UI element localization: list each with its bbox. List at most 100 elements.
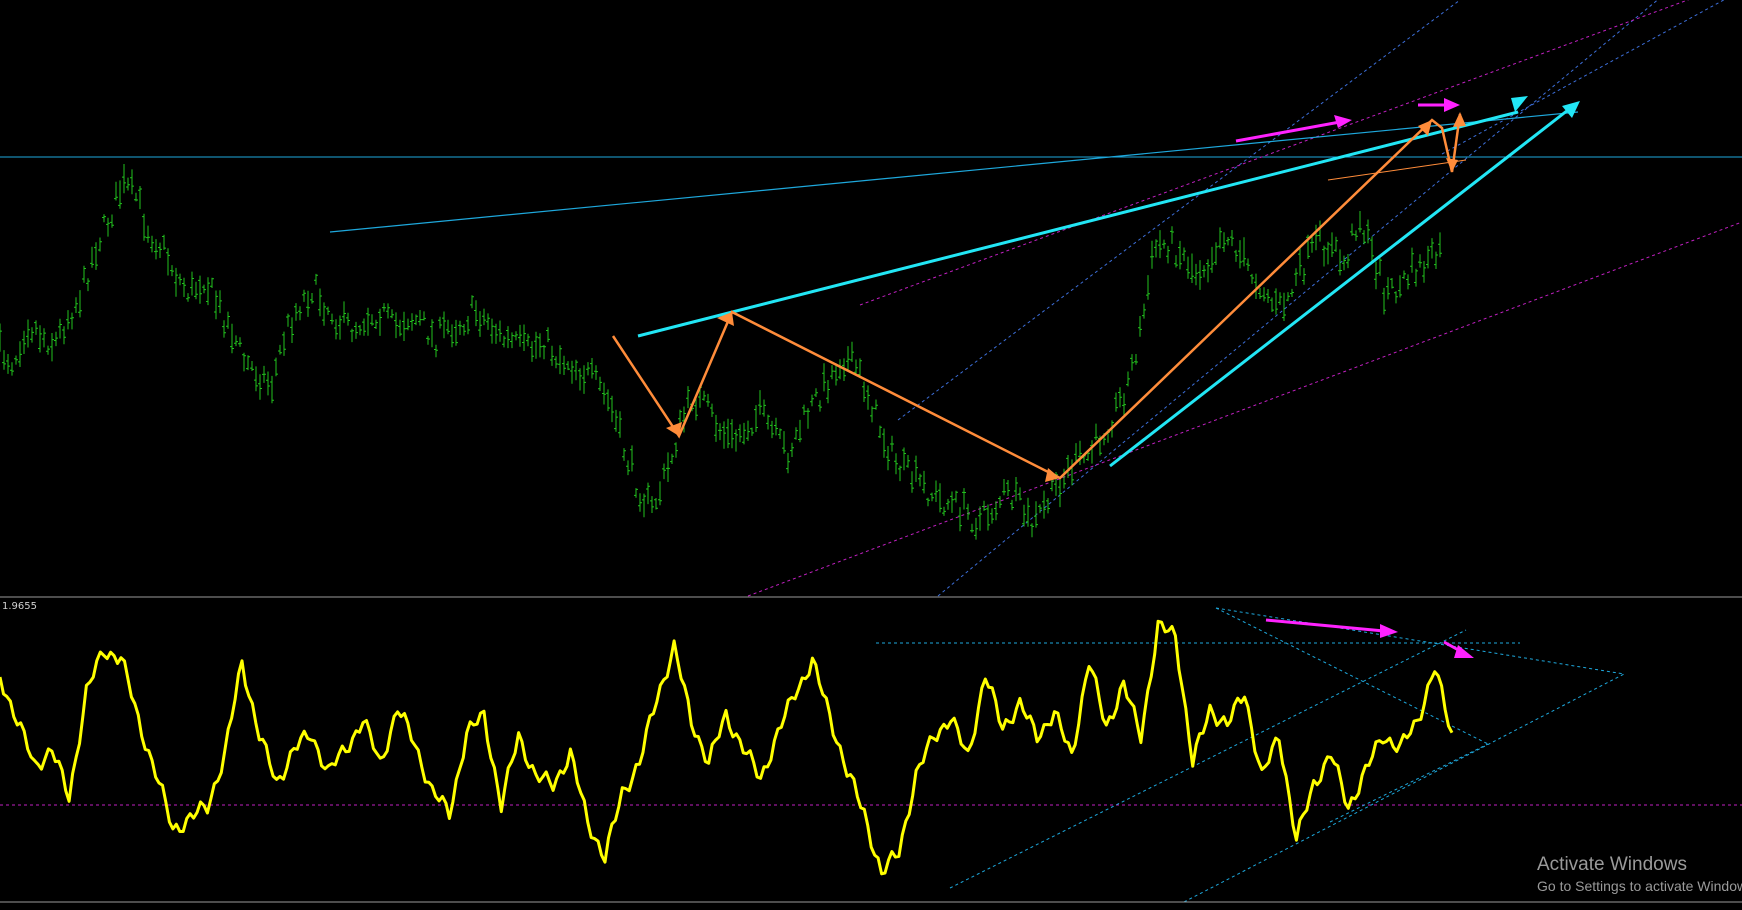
price-pane[interactable] [0, 0, 1742, 597]
price-bar [778, 428, 782, 439]
price-bar [1030, 523, 1034, 538]
price-bar [1350, 223, 1354, 236]
indicator-support-line-2[interactable] [1329, 743, 1489, 823]
price-bar [826, 380, 830, 404]
price-bar [1354, 230, 1358, 241]
price-bar [730, 419, 734, 449]
price-bar [1230, 230, 1234, 247]
price-divergence-arrowhead [1334, 115, 1352, 128]
blue-channel-middle[interactable] [897, 0, 1461, 421]
time-axis[interactable] [0, 902, 1742, 910]
price-bar [342, 301, 346, 323]
price-bar [1434, 251, 1438, 269]
price-bar [938, 483, 942, 513]
price-bar [1006, 480, 1010, 496]
price-bar [182, 277, 186, 297]
indicator-triangle-upper[interactable] [1215, 607, 1625, 675]
indicator-channel-lines[interactable] [876, 607, 1625, 903]
price-bar [1382, 287, 1386, 315]
price-bar [26, 319, 30, 348]
price-bar [786, 452, 790, 474]
oscillator-line[interactable] [0, 619, 1454, 876]
price-bar [1182, 247, 1186, 262]
price-bar [1046, 498, 1050, 514]
price-bar [482, 308, 486, 326]
price-bar [174, 267, 178, 297]
price-bar [1286, 292, 1290, 302]
blue-channel-upper[interactable] [1441, 0, 1742, 155]
price-bar [0, 323, 2, 352]
price-bar [434, 344, 438, 358]
price-bar [66, 310, 70, 330]
price-bar [10, 362, 14, 376]
price-bar [1186, 256, 1190, 279]
price-bar [974, 517, 978, 540]
price-bar [502, 335, 506, 348]
thin-resistance-line[interactable] [329, 111, 1579, 233]
price-bar [1274, 288, 1278, 315]
price-bar [586, 362, 590, 376]
price-bar [1094, 423, 1098, 441]
indicator-divergence-arrows[interactable] [1265, 618, 1474, 658]
price-bar [538, 333, 542, 358]
price-bar [494, 323, 498, 344]
price-bar [454, 319, 458, 346]
price-bar [458, 320, 462, 335]
price-bar [206, 277, 210, 306]
price-bar [770, 420, 774, 439]
price-bar [926, 497, 930, 507]
wave-path[interactable] [611, 113, 1462, 480]
price-bar [1146, 275, 1150, 300]
price-bar [530, 341, 534, 362]
price-bar [18, 341, 22, 367]
blue-channel-lower[interactable] [937, 0, 1742, 597]
price-bar [726, 418, 730, 449]
price-bar [1250, 273, 1254, 284]
price-bar [270, 375, 274, 404]
price-bar [406, 318, 410, 331]
channel-lines[interactable] [747, 0, 1742, 597]
price-bars [0, 164, 1442, 540]
price-bar [566, 361, 570, 371]
magenta-channel-lower[interactable] [747, 221, 1742, 597]
price-bar [1242, 237, 1246, 267]
price-bar [310, 293, 314, 304]
price-bar [1258, 287, 1262, 299]
upper-trend-line[interactable] [637, 110, 1519, 338]
price-bar [1190, 253, 1194, 283]
price-divergence-arrow[interactable] [1235, 120, 1341, 143]
price-bar [882, 428, 886, 458]
price-bar [1238, 240, 1242, 269]
price-bar [550, 345, 554, 366]
price-bar [1114, 392, 1118, 412]
wave-arrows[interactable] [611, 112, 1466, 482]
price-bar [1406, 274, 1410, 290]
price-bar [34, 320, 38, 335]
price-bar [214, 290, 218, 320]
price-bar [898, 465, 902, 482]
price-bar [466, 316, 470, 335]
price-bar [658, 481, 662, 506]
price-bar [1174, 255, 1178, 268]
price-bar [714, 414, 718, 442]
price-bar [526, 333, 530, 347]
price-bar [50, 333, 54, 362]
lower-trend-line[interactable] [1109, 108, 1569, 468]
wave-arrowhead [1453, 112, 1466, 127]
small-orange-line[interactable] [1327, 159, 1467, 181]
price-bar [490, 318, 494, 344]
chart-canvas[interactable] [0, 0, 1742, 910]
indicator-divergence-arrow[interactable] [1265, 618, 1385, 633]
price-bar [198, 275, 202, 304]
price-bar [910, 471, 914, 493]
price-bar [1162, 239, 1166, 249]
price-bar [178, 273, 182, 286]
price-bar [614, 409, 618, 432]
indicator-pane[interactable] [0, 607, 1742, 903]
indicator-support-line[interactable] [949, 629, 1467, 889]
price-bar [1210, 246, 1214, 273]
price-bar [958, 507, 962, 532]
price-bar [1318, 220, 1322, 242]
magenta-channel-upper[interactable] [859, 0, 1742, 306]
price-bar [330, 313, 334, 325]
